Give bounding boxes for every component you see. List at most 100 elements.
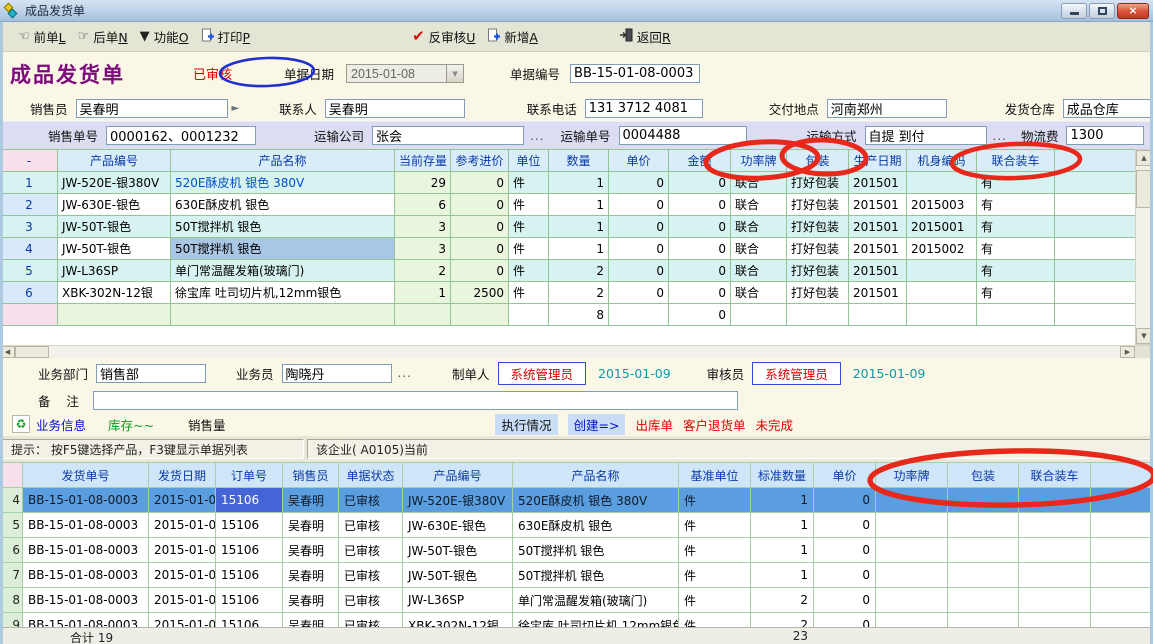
cell-joint-load[interactable] (1019, 588, 1091, 613)
col-header[interactable]: 功率牌 (731, 150, 787, 172)
close-button[interactable]: × (1117, 3, 1149, 19)
cell-status[interactable]: 已审核 (339, 563, 403, 588)
cell-joint-load[interactable] (1019, 563, 1091, 588)
outbound-link[interactable]: 出库单 (635, 415, 673, 434)
cell-amount[interactable]: 0 (669, 172, 731, 194)
cell-qty[interactable]: 2 (549, 260, 609, 282)
cell-order-no[interactable]: 15106 (216, 588, 283, 613)
cell-price[interactable]: 0 (609, 194, 669, 216)
cell-product-name[interactable]: 50T搅拌机 银色 (513, 538, 679, 563)
cell-ref-price[interactable]: 0 (451, 172, 509, 194)
table-row[interactable]: 3 JW-50T-银色 50T搅拌机 银色 3 0 件 1 0 0 联合 打好包… (1, 216, 1136, 238)
cell-status[interactable]: 已审核 (339, 538, 403, 563)
list-row[interactable]: 6 BB-15-01-08-0003 2015-01-08 15106 吴春明 … (1, 538, 1153, 563)
cell-delivery-date[interactable]: 2015-01-08 (149, 488, 216, 513)
seller-input[interactable] (76, 99, 228, 118)
cell-packing[interactable]: 打好包装 (787, 194, 849, 216)
cell-stock[interactable]: 2 (395, 260, 451, 282)
sales-qty-link[interactable]: 销售量 (188, 415, 226, 434)
print-button[interactable]: 打印P (195, 24, 257, 49)
cell-unit[interactable]: 件 (509, 216, 549, 238)
cell-order-no[interactable]: 15106 (216, 488, 283, 513)
cell-delivery-no[interactable]: BB-15-01-08-0003 (23, 538, 149, 563)
cell-serial[interactable]: 2015001 (907, 216, 977, 238)
col-header[interactable]: 机身编码 (907, 150, 977, 172)
cell-power-brand[interactable]: 联合 (731, 216, 787, 238)
trans-mode-input[interactable] (865, 126, 987, 145)
col-header[interactable]: 生产日期 (849, 150, 907, 172)
trans-co-input[interactable] (372, 126, 524, 145)
cell-prod-date[interactable]: 201501 (849, 216, 907, 238)
col-header[interactable]: 金额 (669, 150, 731, 172)
col-header[interactable]: 基准单位 (679, 463, 751, 488)
cell-delivery-date[interactable]: 2015-01-08 (149, 563, 216, 588)
cell-packing[interactable]: 打好包装 (787, 238, 849, 260)
unaudit-button[interactable]: ✔ 反审核U (406, 24, 481, 49)
cell-packing[interactable] (948, 488, 1019, 513)
cell-packing[interactable]: 打好包装 (787, 172, 849, 194)
col-header[interactable]: 联合装车 (977, 150, 1055, 172)
cell-base-unit[interactable]: 件 (679, 588, 751, 613)
cell-product-name[interactable]: 630E酥皮机 银色 (171, 194, 395, 216)
cell-base-unit[interactable]: 件 (679, 563, 751, 588)
cell-serial[interactable]: 2015003 (907, 194, 977, 216)
cell-price[interactable]: 0 (609, 238, 669, 260)
chevron-down-icon[interactable]: ▼ (446, 64, 464, 83)
return-button[interactable]: 返回R (614, 24, 677, 49)
cell-power-brand[interactable]: 联合 (731, 282, 787, 304)
cell-delivery-date[interactable]: 2015-01-08 (149, 538, 216, 563)
cell-amount[interactable]: 0 (669, 216, 731, 238)
col-header[interactable]: 参考进价 (451, 150, 509, 172)
cell-joint-load[interactable]: 有 (977, 172, 1055, 194)
cell-product-code[interactable]: JW-520E-银380V (403, 488, 513, 513)
col-header[interactable]: 产品名称 (171, 150, 395, 172)
cell-packing[interactable] (948, 588, 1019, 613)
cell-product-name[interactable]: 520E酥皮机 银色 380V (513, 488, 679, 513)
contact-input[interactable] (325, 99, 465, 118)
cell-joint-load[interactable]: 有 (977, 216, 1055, 238)
stock-link[interactable]: 库存~~ (108, 415, 154, 434)
cell-price[interactable]: 0 (814, 563, 876, 588)
cell-delivery-date[interactable]: 2015-01-08 (149, 513, 216, 538)
cell-prod-date[interactable]: 201501 (849, 260, 907, 282)
cell-product-code[interactable]: JW-L36SP (58, 260, 171, 282)
cell-product-name[interactable]: 520E酥皮机 银色 380V (171, 172, 395, 194)
remark-input[interactable] (93, 391, 738, 410)
function-button[interactable]: ▼ 功能O (134, 24, 195, 49)
scroll-right-icon[interactable]: ▶ (1120, 346, 1135, 358)
table-row[interactable]: 5 JW-L36SP 单门常温醒发箱(玻璃门) 2 0 件 2 0 0 联合 打… (1, 260, 1136, 282)
cell-product-name[interactable]: 630E酥皮机 银色 (513, 513, 679, 538)
address-input[interactable] (827, 99, 947, 118)
cell-std-qty[interactable]: 1 (751, 488, 814, 513)
list-row[interactable]: 7 BB-15-01-08-0003 2015-01-08 15106 吴春明 … (1, 563, 1153, 588)
dept-input[interactable] (96, 364, 206, 383)
cell-ref-price[interactable]: 0 (451, 238, 509, 260)
cell-ref-price[interactable]: 0 (451, 194, 509, 216)
cell-product-code[interactable]: XBK-302N-12银 (58, 282, 171, 304)
cell-joint-load[interactable]: 有 (977, 282, 1055, 304)
cell-prod-date[interactable]: 201501 (849, 238, 907, 260)
cell-power-brand[interactable] (876, 513, 948, 538)
cell-price[interactable]: 0 (814, 513, 876, 538)
list-row[interactable]: 8 BB-15-01-08-0003 2015-01-08 15106 吴春明 … (1, 588, 1153, 613)
cell-prod-date[interactable]: 201501 (849, 172, 907, 194)
cell-seller[interactable]: 吴春明 (283, 513, 339, 538)
cell-price[interactable]: 0 (609, 260, 669, 282)
cell-amount[interactable]: 0 (669, 194, 731, 216)
cell-price[interactable]: 0 (609, 282, 669, 304)
add-new-button[interactable]: 新增A (481, 24, 544, 49)
maximize-button[interactable] (1089, 3, 1115, 19)
cell-price[interactable]: 0 (609, 172, 669, 194)
cell-joint-load[interactable]: 有 (977, 260, 1055, 282)
cell-std-qty[interactable]: 2 (751, 588, 814, 613)
cell-serial[interactable] (907, 172, 977, 194)
cell-price[interactable]: 0 (814, 488, 876, 513)
cell-delivery-date[interactable]: 2015-01-08 (149, 588, 216, 613)
cell-price[interactable]: 0 (814, 538, 876, 563)
cell-status[interactable]: 已审核 (339, 588, 403, 613)
cell-delivery-no[interactable]: BB-15-01-08-0003 (23, 488, 149, 513)
cell-unit[interactable]: 件 (509, 282, 549, 304)
cell-stock[interactable]: 29 (395, 172, 451, 194)
refresh-icon[interactable]: ♻ (12, 415, 30, 433)
cell-seller[interactable]: 吴春明 (283, 488, 339, 513)
